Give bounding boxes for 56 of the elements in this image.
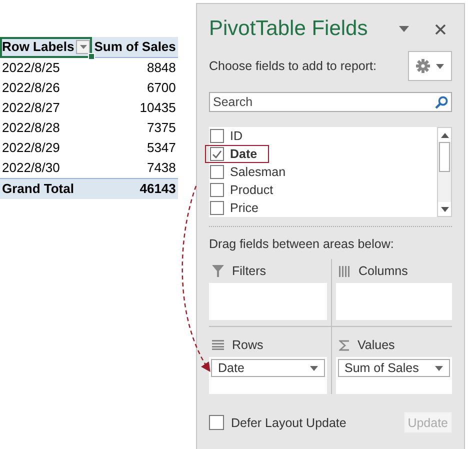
row-label: 2022/8/30 xyxy=(0,158,92,178)
search-field[interactable]: Search xyxy=(209,92,452,112)
sigma-icon xyxy=(338,340,350,350)
scroll-down-icon[interactable] xyxy=(440,206,448,212)
checkbox[interactable] xyxy=(209,415,224,430)
gear-icon xyxy=(416,59,430,73)
drop-area[interactable]: Sum of Sales xyxy=(336,357,452,394)
checkbox[interactable] xyxy=(210,165,224,179)
table-cell: 8848 xyxy=(92,58,178,78)
row-label: 2022/8/26 xyxy=(1,79,61,97)
rows-icon xyxy=(212,340,224,350)
dropdown-icon[interactable] xyxy=(399,26,409,32)
table-cell-text: 6700 xyxy=(146,79,177,97)
table-cell-text: 10435 xyxy=(138,99,177,117)
drop-area[interactable]: Date xyxy=(209,357,326,394)
field-dropdown[interactable]: Date xyxy=(211,359,324,377)
field-name[interactable]: Product xyxy=(230,183,274,197)
row-label: 2022/8/28 xyxy=(1,119,61,137)
filter-icon xyxy=(212,265,224,277)
row-label: 2022/8/25 xyxy=(0,58,92,78)
area-label: Values xyxy=(358,338,395,352)
search-icon xyxy=(435,96,448,109)
scrollbar[interactable] xyxy=(437,127,452,217)
checkbox-label[interactable]: Defer Layout Update xyxy=(231,416,397,430)
row-label: 2022/8/27 xyxy=(1,99,61,117)
table-cell-text: 7375 xyxy=(146,119,177,137)
field-name[interactable]: ID xyxy=(230,129,242,143)
checkbox[interactable] xyxy=(210,183,224,197)
column-header: Sum of Sales xyxy=(92,37,178,58)
row-label: 2022/8/29 xyxy=(1,139,61,157)
table-cell: 7438 xyxy=(92,158,178,178)
column-header: Row Labels xyxy=(2,38,74,56)
instruction-text: Choose fields to add to report: xyxy=(209,59,376,73)
panel-title: PivotTable Fields xyxy=(209,17,369,41)
filter-dropdown-button[interactable] xyxy=(76,40,90,54)
caret-icon xyxy=(436,64,444,68)
field-dropdown[interactable]: Sum of Sales xyxy=(338,359,450,377)
checkbox[interactable] xyxy=(210,129,224,143)
area-label: Filters xyxy=(232,264,266,278)
checkbox[interactable] xyxy=(210,201,224,215)
caret-icon xyxy=(310,366,318,370)
grand-total-value: 46143 xyxy=(92,178,178,199)
instruction-text: Drag fields between areas below: xyxy=(209,237,395,253)
close-icon[interactable] xyxy=(435,24,446,34)
caret-icon xyxy=(435,366,443,370)
fill-handle[interactable] xyxy=(88,53,96,60)
area-label: Columns xyxy=(358,264,408,278)
caret-icon xyxy=(80,45,87,49)
scroll-up-icon[interactable] xyxy=(440,132,448,138)
table-cell-text: 5347 xyxy=(146,139,177,157)
settings-button[interactable] xyxy=(408,51,452,81)
area-label: Rows xyxy=(232,338,264,352)
grand-total-label: Grand Total xyxy=(0,178,92,199)
field-name[interactable]: Salesman xyxy=(230,165,286,179)
columns-icon xyxy=(338,266,350,276)
field-name[interactable]: Price xyxy=(230,201,258,215)
